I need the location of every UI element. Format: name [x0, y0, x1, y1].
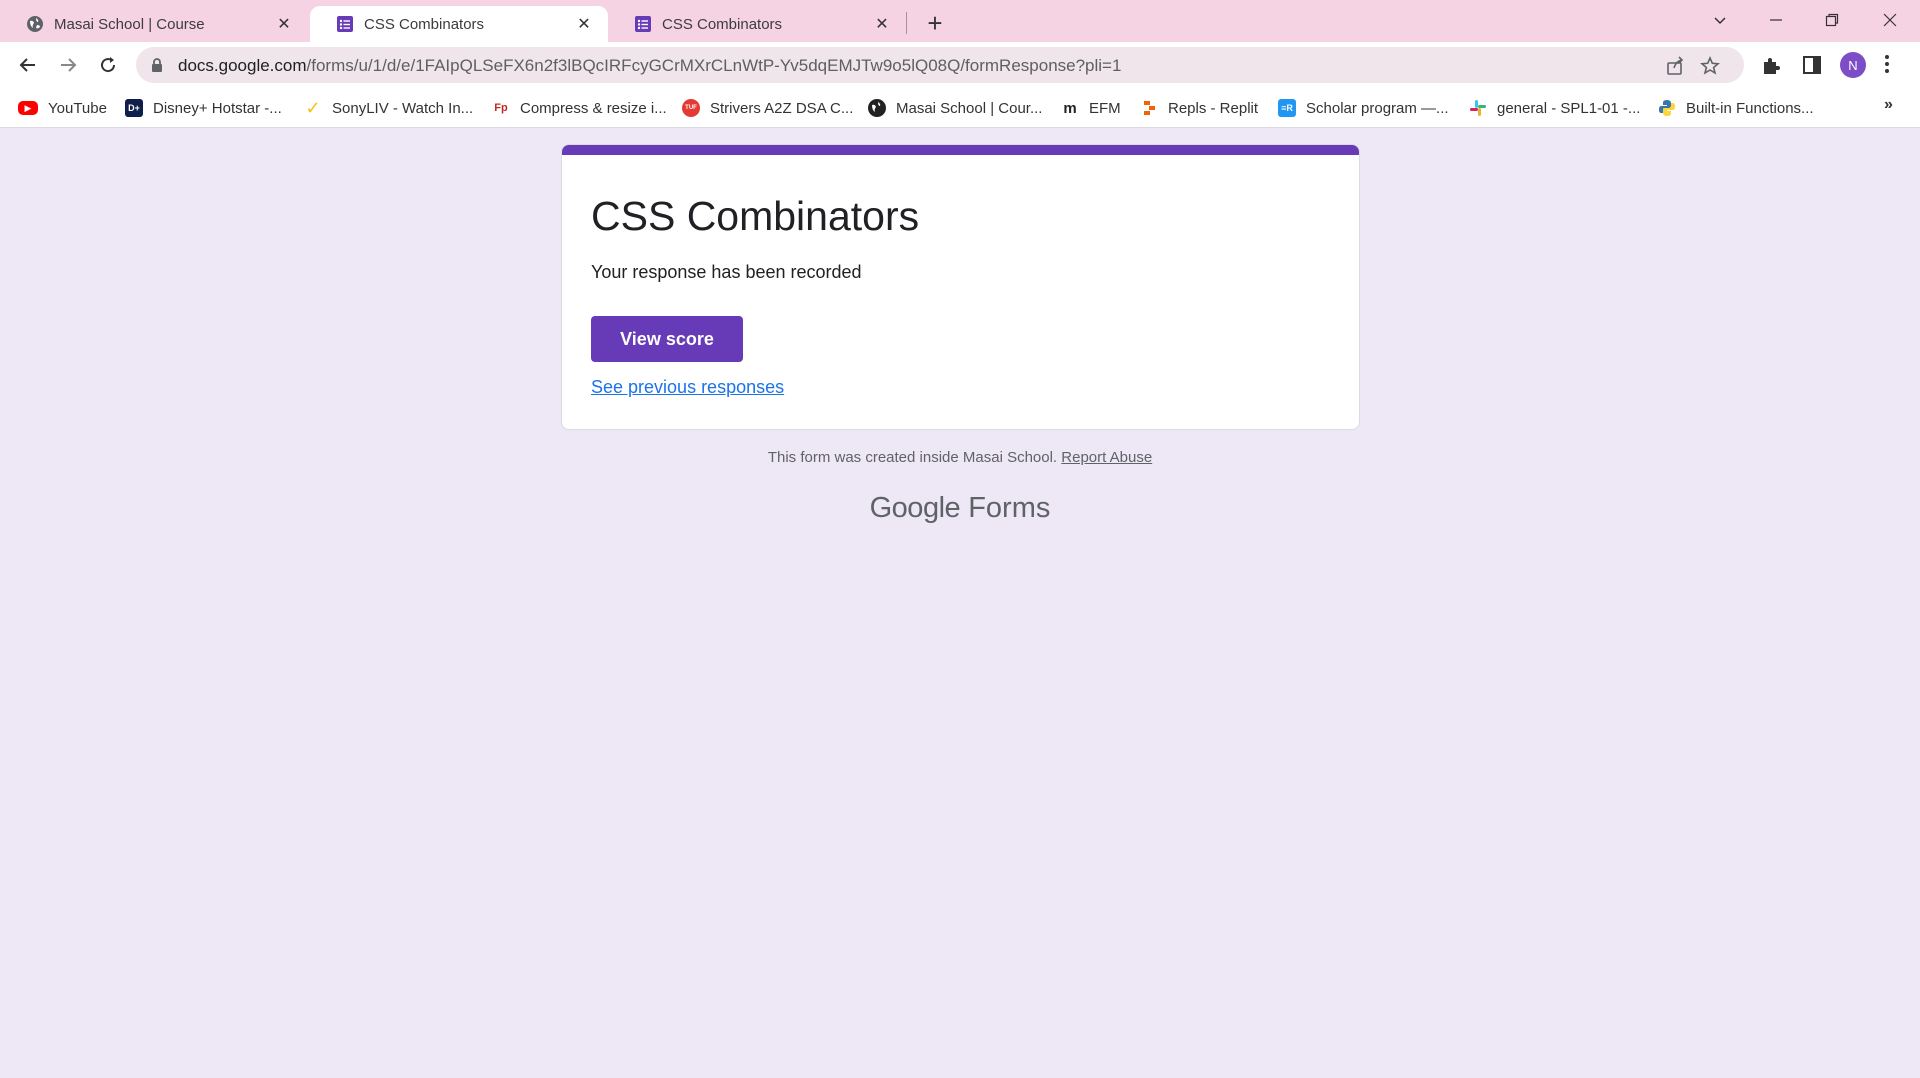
- python-icon: [1658, 99, 1676, 117]
- more-vert-icon[interactable]: [1884, 54, 1890, 79]
- view-score-button[interactable]: View score: [591, 316, 743, 362]
- bookmark-masai[interactable]: Masai School | Cour...: [868, 98, 1042, 118]
- bookmark-strivers[interactable]: TUF Strivers A2Z DSA C...: [682, 98, 853, 118]
- bookmark-compress[interactable]: Fp Compress & resize i...: [492, 98, 667, 118]
- new-tab-button[interactable]: +: [920, 8, 950, 38]
- forms-wordmark: Forms: [968, 492, 1051, 524]
- compress-icon: Fp: [494, 102, 508, 114]
- lock-icon: [150, 57, 164, 78]
- bookmark-label: Disney+ Hotstar -...: [153, 99, 282, 117]
- side-panel-icon[interactable]: [1800, 53, 1824, 77]
- extensions-puzzle-icon[interactable]: [1760, 53, 1784, 77]
- profile-avatar[interactable]: N: [1840, 52, 1866, 78]
- close-window-button[interactable]: [1862, 0, 1918, 40]
- bookmark-label: Repls - Replit: [1168, 99, 1259, 117]
- forward-arrow-icon: [61, 58, 77, 72]
- bookmark-label: Scholar program —...: [1306, 99, 1449, 117]
- bookmark-youtube[interactable]: ▶ YouTube: [18, 98, 107, 118]
- globe-icon: [26, 15, 44, 33]
- bookmark-label: SonyLIV - Watch In...: [332, 99, 474, 117]
- form-footer-note: This form was created inside Masai Schoo…: [0, 449, 1920, 466]
- tab-title: CSS Combinators: [364, 15, 485, 33]
- form-response-card: CSS Combinators Your response has been r…: [561, 144, 1360, 430]
- globe-icon: [868, 99, 886, 117]
- bookmark-label: Built-in Functions...: [1686, 99, 1814, 117]
- chevron-down-icon: [1714, 17, 1726, 25]
- google-forms-icon: [336, 15, 354, 33]
- more-bookmarks-chevron-icon[interactable]: »: [1884, 96, 1893, 114]
- bookmark-label: YouTube: [48, 99, 107, 117]
- close-icon[interactable]: ✕: [574, 14, 594, 34]
- address-bar[interactable]: docs.google.com/forms/u/1/d/e/1FAIpQLSeF…: [136, 47, 1744, 83]
- forward-button[interactable]: [52, 49, 84, 81]
- reload-button[interactable]: [92, 49, 124, 81]
- tab-css-combinators-active[interactable]: CSS Combinators ✕: [310, 6, 608, 42]
- form-accent-bar: [562, 145, 1359, 155]
- reload-icon: [101, 57, 116, 73]
- see-previous-responses-link[interactable]: See previous responses: [591, 377, 784, 398]
- plus-icon: +: [927, 7, 943, 38]
- confirmation-message: Your response has been recorded: [591, 262, 862, 282]
- back-button[interactable]: [12, 49, 44, 81]
- tab-strip: Masai School | Course ✕ CSS Combinators …: [0, 0, 1920, 42]
- restore-button[interactable]: [1804, 0, 1860, 40]
- bookmark-efm[interactable]: m EFM: [1061, 98, 1121, 118]
- close-icon: [1883, 13, 1897, 27]
- tab-title: CSS Combinators: [662, 15, 783, 33]
- google-wordmark: Google: [869, 492, 961, 524]
- url-text: docs.google.com/forms/u/1/d/e/1FAIpQLSeF…: [178, 56, 1122, 75]
- restore-icon: [1825, 13, 1839, 27]
- takeuforward-icon: TUF: [682, 99, 700, 117]
- tab-title: Masai School | Course: [54, 15, 205, 33]
- close-icon[interactable]: ✕: [872, 14, 892, 34]
- bookmark-label: Strivers A2Z DSA C...: [710, 99, 854, 117]
- created-inside-text: This form was created inside Masai Schoo…: [767, 449, 1058, 466]
- share-icon[interactable]: [1664, 55, 1686, 77]
- bookmark-star-icon[interactable]: [1699, 55, 1721, 77]
- bookmark-sonyliv[interactable]: ✓ SonyLIV - Watch In...: [304, 98, 473, 118]
- minimize-button[interactable]: [1748, 0, 1804, 40]
- back-arrow-icon: [19, 58, 35, 72]
- minimize-icon: [1770, 19, 1782, 21]
- tab-css-combinators[interactable]: CSS Combinators ✕: [608, 6, 906, 42]
- bookmark-label: general - SPL1-01 -...: [1497, 99, 1641, 117]
- scholar-icon: ≡R: [1278, 99, 1296, 117]
- google-forms-icon: [634, 15, 652, 33]
- report-abuse-link[interactable]: Report Abuse: [1061, 449, 1152, 466]
- youtube-icon: ▶: [18, 101, 38, 115]
- tab-divider: [906, 12, 907, 34]
- form-title: CSS Combinators: [591, 193, 920, 239]
- tab-search-button[interactable]: [1692, 0, 1748, 40]
- hotstar-icon: D+: [125, 99, 143, 117]
- bookmark-hotstar[interactable]: D+ Disney+ Hotstar -...: [125, 98, 282, 118]
- bookmark-slack[interactable]: general - SPL1-01 -...: [1469, 98, 1640, 118]
- bookmark-label: Masai School | Cour...: [896, 99, 1043, 117]
- bookmarks-bar: ▶ YouTube D+ Disney+ Hotstar -... ✓ Sony…: [0, 88, 1920, 128]
- bookmark-scholar[interactable]: ≡R Scholar program —...: [1278, 98, 1449, 118]
- efm-icon: m: [1063, 99, 1077, 117]
- sonyliv-icon: ✓: [305, 97, 321, 118]
- tab-masai-course[interactable]: Masai School | Course ✕: [0, 6, 308, 42]
- bookmark-label: Compress & resize i...: [520, 99, 667, 117]
- slack-icon: [1469, 99, 1487, 117]
- bookmark-python[interactable]: Built-in Functions...: [1658, 98, 1814, 118]
- bookmark-label: EFM: [1089, 99, 1121, 117]
- replit-icon: [1140, 99, 1158, 117]
- close-icon[interactable]: ✕: [274, 14, 294, 34]
- browser-toolbar: docs.google.com/forms/u/1/d/e/1FAIpQLSeF…: [0, 42, 1920, 88]
- google-forms-logo[interactable]: Google Forms: [0, 492, 1920, 525]
- bookmark-replit[interactable]: Repls - Replit: [1140, 98, 1258, 118]
